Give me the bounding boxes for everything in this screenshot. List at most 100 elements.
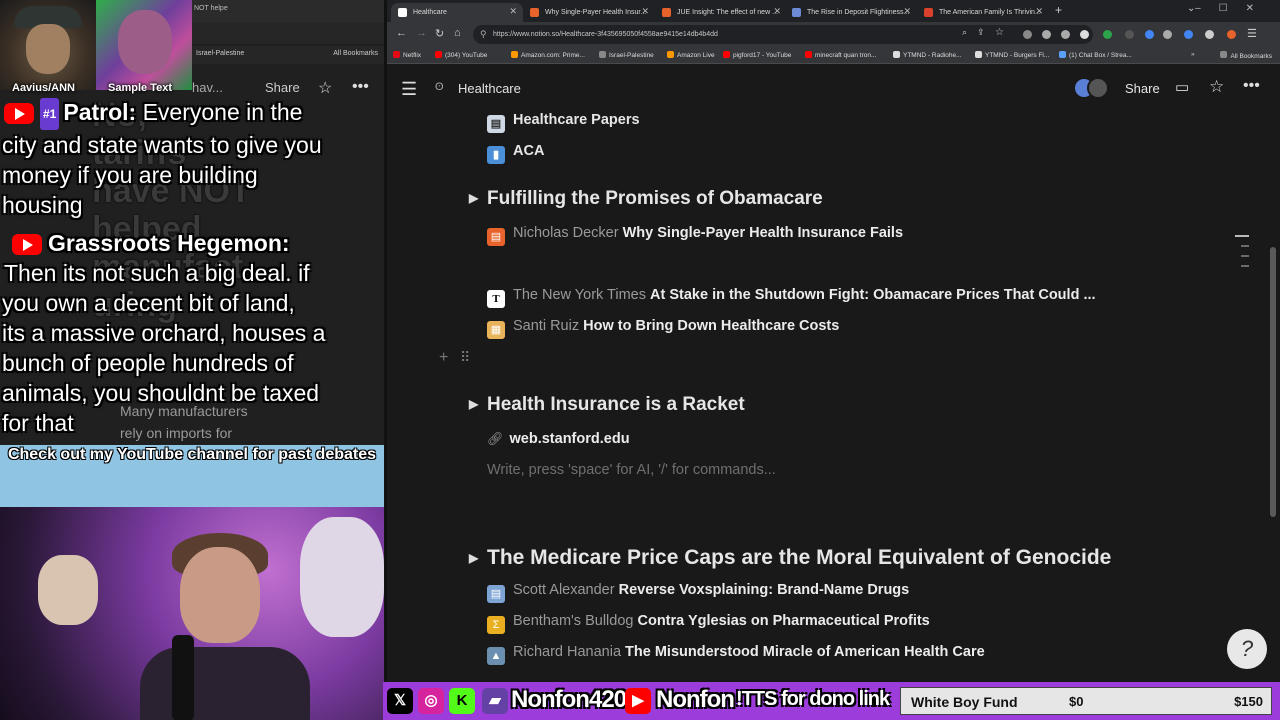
- youtube-icon: [805, 51, 812, 58]
- zoom-icon[interactable]: ⌕: [962, 27, 967, 38]
- background-bookmark: Israel-Palestine: [196, 50, 245, 57]
- bookmark-item[interactable]: YTMND - Burgers Fl...: [975, 51, 1049, 59]
- extension-icon[interactable]: [1061, 30, 1070, 39]
- background-tab: NOT helpe: [190, 0, 384, 22]
- page-icon: ʘ: [435, 81, 444, 93]
- back-icon[interactable]: ←: [396, 27, 407, 39]
- link-mention[interactable]: T The New York Times At Stake in the Shut…: [487, 287, 1096, 308]
- goal-label: White Boy Fund: [911, 694, 1018, 710]
- nyt-icon: T: [487, 290, 505, 308]
- bookmark-item[interactable]: Israel-Palestine: [599, 51, 654, 59]
- table-of-contents-minimap[interactable]: [1235, 235, 1251, 275]
- scrollbar[interactable]: [1270, 247, 1276, 517]
- bookmark-item[interactable]: Amazon Live: [667, 51, 715, 59]
- tab-deposit-flightiness[interactable]: The Rise in Deposit Flightiness... ✕: [785, 3, 917, 22]
- site-info-icon[interactable]: ⚲: [480, 29, 487, 40]
- ghost-more-icon: •••: [352, 78, 369, 95]
- close-tab-icon[interactable]: ✕: [903, 6, 911, 17]
- block-placeholder[interactable]: Write, press 'space' for AI, '/' for com…: [487, 462, 776, 478]
- toggle-triangle-icon[interactable]: ▶: [461, 191, 487, 205]
- address-bar-row: ← → ↻ ⌂ ⚲ https://www.notion.so/Healthcar…: [387, 22, 1280, 47]
- bookmark-item[interactable]: (1) Chat Box / Strea...: [1059, 51, 1132, 59]
- new-tab-button[interactable]: +: [1055, 3, 1062, 17]
- blog-icon: ▤: [487, 585, 505, 603]
- extension-icon[interactable]: [1163, 30, 1172, 39]
- journal-favicon-icon: [662, 8, 671, 17]
- article-favicon-icon: [924, 8, 933, 17]
- guest-name-1: Aavius/ANN: [12, 82, 75, 94]
- tab-single-payer[interactable]: Why Single-Payer Health Insur... ✕: [523, 3, 655, 22]
- link-mention[interactable]: ▤ Scott Alexander Reverse Voxsplaining: B…: [487, 582, 909, 603]
- favorite-star-icon[interactable]: ☆: [1209, 77, 1224, 97]
- screen: NOT helpe Israel-Palestine All Bookmarks …: [0, 0, 1280, 720]
- sidebar-menu-icon[interactable]: ☰: [401, 79, 417, 100]
- toggle-heading[interactable]: ▶ Health Insurance is a Racket: [469, 394, 745, 416]
- chat-text: Everyone in the: [142, 99, 303, 125]
- share-page-icon[interactable]: ⇪: [977, 27, 985, 38]
- kick-icon: K: [449, 688, 475, 714]
- download-icon[interactable]: [1205, 30, 1214, 39]
- tab-healthcare[interactable]: Healthcare ✕: [391, 3, 523, 22]
- subpage-link[interactable]: ▮ ACA: [487, 143, 544, 164]
- chat-text: money if you are building: [2, 161, 258, 188]
- tab-american-family[interactable]: The American Family Is Thrivin... ✕: [917, 3, 1049, 22]
- link-mention[interactable]: ▤ Nicholas Decker Why Single-Payer Health…: [487, 225, 903, 246]
- browser-menu-icon[interactable]: ☰: [1247, 27, 1257, 40]
- subpage-link[interactable]: ▤ Healthcare Papers: [487, 112, 640, 133]
- all-bookmarks[interactable]: All Bookmarks: [1220, 51, 1272, 60]
- chat-text: for that: [2, 410, 74, 436]
- more-bookmarks-icon[interactable]: »: [1191, 51, 1195, 58]
- instagram-icon: ◎: [418, 688, 444, 714]
- stream-overlay: NOT helpe Israel-Palestine All Bookmarks …: [0, 0, 384, 720]
- close-tab-icon[interactable]: ✕: [509, 6, 517, 17]
- extension-icon[interactable]: [1023, 30, 1032, 39]
- window-controls[interactable]: –☐✕: [1195, 3, 1272, 14]
- web-link[interactable]: 🔗︎ web.stanford.edu: [487, 431, 630, 447]
- close-tab-icon[interactable]: ✕: [641, 6, 649, 17]
- add-block-icon[interactable]: +: [439, 349, 448, 367]
- toggle-triangle-icon[interactable]: ▶: [461, 397, 487, 411]
- bookmark-item[interactable]: Amazon.com: Prime...: [511, 51, 585, 59]
- twitch-icon: ▰: [482, 688, 508, 714]
- youtube-icon: [12, 234, 42, 256]
- extensions-puzzle-icon[interactable]: [1184, 30, 1193, 39]
- share-button[interactable]: Share: [1125, 81, 1160, 96]
- tab-label: Healthcare: [413, 9, 447, 16]
- reload-icon[interactable]: ↻: [435, 27, 444, 40]
- home-icon[interactable]: ⌂: [454, 27, 461, 39]
- bookmark-item[interactable]: minecraft quan tron...: [805, 51, 876, 59]
- breadcrumb[interactable]: Healthcare: [458, 81, 521, 96]
- bookmark-item[interactable]: (304) YouTube: [435, 51, 487, 59]
- drag-handle-icon[interactable]: ⠿: [460, 349, 470, 366]
- toggle-heading[interactable]: ▶ Fulfilling the Promises of Obamacare: [469, 188, 823, 210]
- close-tab-icon[interactable]: ✕: [1035, 6, 1043, 17]
- extension-icon[interactable]: [1042, 30, 1051, 39]
- bookmark-item[interactable]: Netflix: [393, 51, 421, 59]
- extension-icon[interactable]: [1145, 30, 1154, 39]
- guest-avatar-2: [96, 0, 192, 90]
- link-icon: 🔗︎: [487, 431, 504, 446]
- bookmark-item[interactable]: YTMND - Radiohe...: [893, 51, 962, 59]
- bookmark-star-icon[interactable]: ☆: [995, 27, 1004, 38]
- comment-icon[interactable]: ▭: [1175, 78, 1189, 96]
- link-mention[interactable]: Σ Bentham's Bulldog Contra Yglesias on Ph…: [487, 613, 930, 634]
- bookmark-item[interactable]: pigford17 - YouTube: [723, 51, 791, 59]
- social-handle: Nonfon420: [511, 686, 627, 713]
- toggle-triangle-icon[interactable]: ▶: [461, 551, 487, 565]
- extension-icon[interactable]: [1080, 30, 1089, 39]
- link-mention[interactable]: ▲ Richard Hanania The Misunderstood Mirac…: [487, 644, 985, 665]
- background-all-bookmarks: All Bookmarks: [333, 50, 378, 57]
- more-options-icon[interactable]: •••: [1243, 77, 1260, 95]
- collaborator-avatars[interactable]: [1073, 77, 1113, 99]
- background-address-bar: [190, 22, 384, 44]
- chat-text: its a massive orchard, houses a: [2, 320, 326, 346]
- link-mention[interactable]: ▦ Santi Ruiz How to Bring Down Healthcare…: [487, 318, 839, 339]
- extension-icon[interactable]: [1103, 30, 1112, 39]
- profile-avatar[interactable]: [1227, 30, 1236, 39]
- toggle-heading[interactable]: ▶ The Medicare Price Caps are the Moral E…: [469, 546, 1111, 570]
- close-tab-icon[interactable]: ✕: [773, 6, 781, 17]
- extension-icon[interactable]: [1125, 30, 1134, 39]
- forward-icon[interactable]: →: [416, 27, 427, 39]
- help-button[interactable]: ?: [1227, 629, 1267, 669]
- tab-jue-insight[interactable]: JUE Insight: The effect of new ... ✕: [655, 3, 787, 22]
